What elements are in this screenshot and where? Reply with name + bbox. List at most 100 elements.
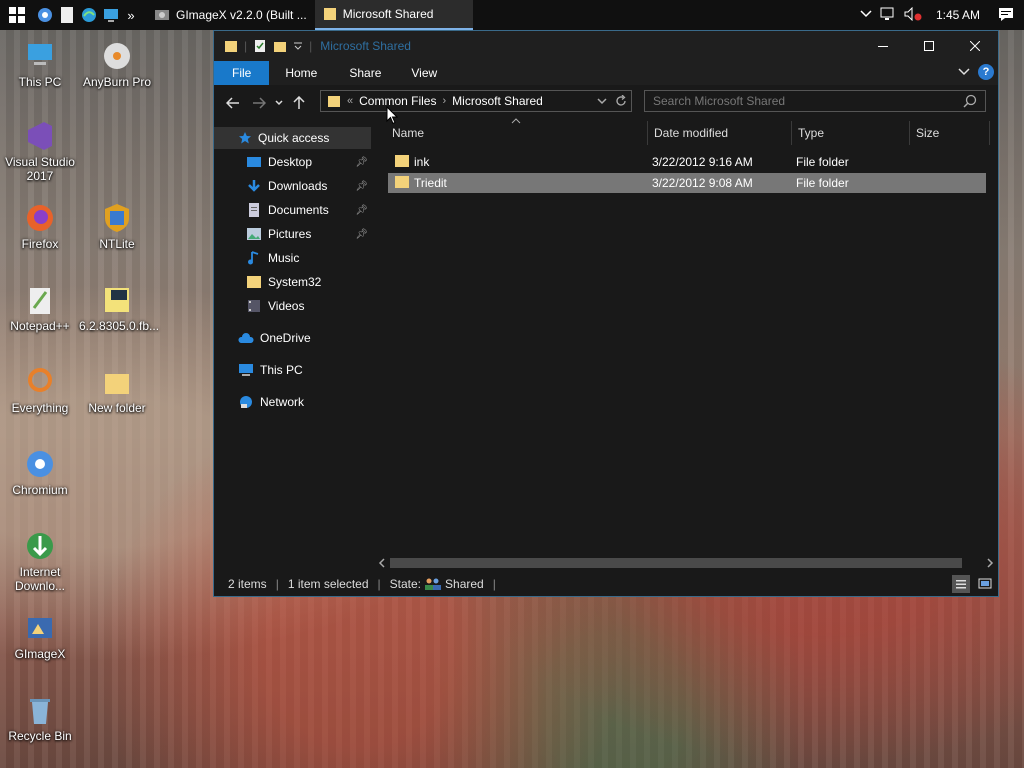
- search-input[interactable]: Search Microsoft Shared: [644, 90, 986, 112]
- desktop-icon-gimagex[interactable]: GImageX: [2, 612, 78, 661]
- scroll-left-icon[interactable]: [378, 558, 386, 568]
- desktop-icon-iso[interactable]: 6.2.8305.0.fb...: [79, 284, 159, 333]
- desktop-icon-label: Chromium: [12, 483, 68, 497]
- arrow-left-icon: [226, 97, 239, 109]
- quick-access-toolbar: | |: [214, 39, 312, 53]
- column-header-type[interactable]: Type: [792, 121, 910, 145]
- file-row-ink[interactable]: ink 3/22/2012 9:16 AM File folder: [388, 152, 986, 172]
- refresh-icon[interactable]: [615, 95, 627, 107]
- ribbon: File Home Share View ?: [214, 61, 998, 85]
- cloud-icon: [238, 333, 254, 343]
- maximize-button[interactable]: [906, 31, 952, 61]
- desktop-icon-chromium[interactable]: Chromium: [2, 448, 78, 497]
- pin-icon[interactable]: 📌︎: [355, 157, 368, 168]
- address-bar[interactable]: « Common Files › Microsoft Shared: [320, 90, 632, 112]
- videos-icon: [248, 300, 260, 312]
- chromium-taskbar-icon[interactable]: [34, 0, 56, 30]
- expand-ribbon-icon[interactable]: [958, 68, 970, 76]
- edge-taskbar-icon[interactable]: [78, 0, 100, 30]
- title-bar[interactable]: | | Microsoft Shared: [214, 31, 998, 61]
- back-button[interactable]: [220, 89, 246, 117]
- nav-item-system32[interactable]: System32: [246, 271, 372, 293]
- taskbar-app-gimagex[interactable]: GImageX v2.2.0 (Built ...: [146, 0, 315, 30]
- taskbar-app-label: GImageX v2.2.0 (Built ...: [176, 8, 307, 22]
- forward-button[interactable]: [246, 89, 272, 117]
- nav-network[interactable]: Network: [238, 391, 372, 413]
- desktop-icon-firefox[interactable]: Firefox: [2, 202, 78, 251]
- column-label: Size: [916, 126, 940, 140]
- nav-this-pc[interactable]: This PC: [238, 359, 372, 381]
- column-label: Type: [798, 126, 825, 140]
- tab-share[interactable]: Share: [333, 61, 397, 85]
- pin-icon[interactable]: 📌︎: [355, 205, 368, 216]
- breadcrumb-separator-icon[interactable]: ›: [442, 95, 446, 107]
- status-state-label: State:: [389, 577, 422, 591]
- status-bar: 2 items | 1 item selected | State: Share…: [214, 572, 998, 596]
- nav-item-documents[interactable]: Documents 📌︎: [246, 199, 372, 221]
- chevron-up-icon[interactable]: [860, 9, 872, 21]
- chevron-down-icon[interactable]: [293, 41, 303, 51]
- column-header-name[interactable]: Name: [386, 118, 648, 145]
- desktop-icon-notepadpp[interactable]: Notepad++: [2, 284, 78, 333]
- column-header-size[interactable]: Size: [910, 121, 990, 145]
- desktop-icon-label: GImageX: [14, 647, 66, 661]
- up-button[interactable]: [286, 89, 312, 117]
- desktop-icon-anyburn[interactable]: AnyBurn Pro: [79, 40, 155, 89]
- nav-label: Videos: [268, 299, 305, 313]
- taskbar-app-explorer[interactable]: Microsoft Shared: [314, 0, 473, 30]
- search-placeholder: Search Microsoft Shared: [653, 94, 786, 108]
- chevron-down-icon: [275, 100, 283, 106]
- properties-icon[interactable]: [253, 39, 267, 53]
- horizontal-scrollbar[interactable]: [374, 555, 998, 571]
- breadcrumb-microsoft-shared[interactable]: Microsoft Shared: [452, 94, 543, 108]
- details-view-icon: [956, 580, 966, 589]
- desktop-icon-idm[interactable]: Internet Downlo...: [2, 530, 78, 593]
- nav-item-desktop[interactable]: Desktop 📌︎: [246, 151, 372, 173]
- tab-view[interactable]: View: [397, 61, 451, 85]
- desktop-icon-visual-studio[interactable]: Visual Studio 2017: [2, 120, 78, 183]
- clock[interactable]: 1:45 AM: [936, 8, 980, 22]
- recent-locations-button[interactable]: [272, 89, 286, 117]
- details-view-button[interactable]: [952, 575, 970, 593]
- nav-item-downloads[interactable]: Downloads 📌︎: [246, 175, 372, 197]
- desktop-icon-recycle-bin[interactable]: Recycle Bin: [2, 694, 78, 743]
- address-overflow[interactable]: «: [347, 95, 353, 107]
- large-icons-view-button[interactable]: [976, 575, 994, 593]
- tab-file[interactable]: File: [214, 61, 270, 85]
- nav-item-videos[interactable]: Videos: [246, 295, 372, 317]
- volume-muted-icon[interactable]: [904, 6, 922, 24]
- help-icon[interactable]: ?: [978, 64, 994, 80]
- chromium-icon: [24, 448, 56, 480]
- monitor-taskbar-icon[interactable]: [100, 0, 122, 30]
- start-button[interactable]: [0, 0, 34, 30]
- desktop-icon-label: Notepad++: [10, 319, 70, 333]
- file-name: ink: [414, 155, 430, 169]
- desktop-icon-label: This PC: [18, 75, 62, 89]
- scroll-right-icon[interactable]: [986, 558, 994, 568]
- tab-home[interactable]: Home: [269, 61, 333, 85]
- pin-icon[interactable]: 📌︎: [355, 181, 368, 192]
- minimize-button[interactable]: [860, 31, 906, 61]
- nav-item-pictures[interactable]: Pictures 📌︎: [246, 223, 372, 245]
- nav-quick-access[interactable]: Quick access: [214, 127, 371, 149]
- network-icon[interactable]: [880, 7, 896, 24]
- nav-onedrive[interactable]: OneDrive: [238, 327, 372, 349]
- document-taskbar-icon[interactable]: [56, 0, 78, 30]
- pin-icon[interactable]: 📌︎: [355, 229, 368, 240]
- desktop-icon-everything[interactable]: Everything: [2, 366, 78, 415]
- scrollbar-thumb[interactable]: [390, 558, 962, 568]
- desktop-icon-this-pc[interactable]: This PC: [2, 40, 78, 89]
- desktop-icon-new-folder[interactable]: New folder: [79, 366, 155, 415]
- notification-icon[interactable]: [998, 7, 1014, 24]
- shared-users-icon: [425, 578, 442, 590]
- nav-item-music[interactable]: Music: [246, 247, 372, 269]
- column-header-date[interactable]: Date modified: [648, 121, 792, 145]
- mouse-cursor-icon: [386, 106, 398, 125]
- new-folder-icon[interactable]: [273, 39, 287, 53]
- close-button[interactable]: [952, 31, 998, 61]
- taskbar-overflow-chevron[interactable]: »: [122, 0, 140, 30]
- desktop-icon-ntlite[interactable]: NTLite: [79, 202, 155, 251]
- chevron-down-icon[interactable]: [597, 96, 607, 106]
- nav-label: Quick access: [258, 131, 330, 145]
- file-row-triedit[interactable]: Triedit 3/22/2012 9:08 AM File folder: [388, 173, 986, 193]
